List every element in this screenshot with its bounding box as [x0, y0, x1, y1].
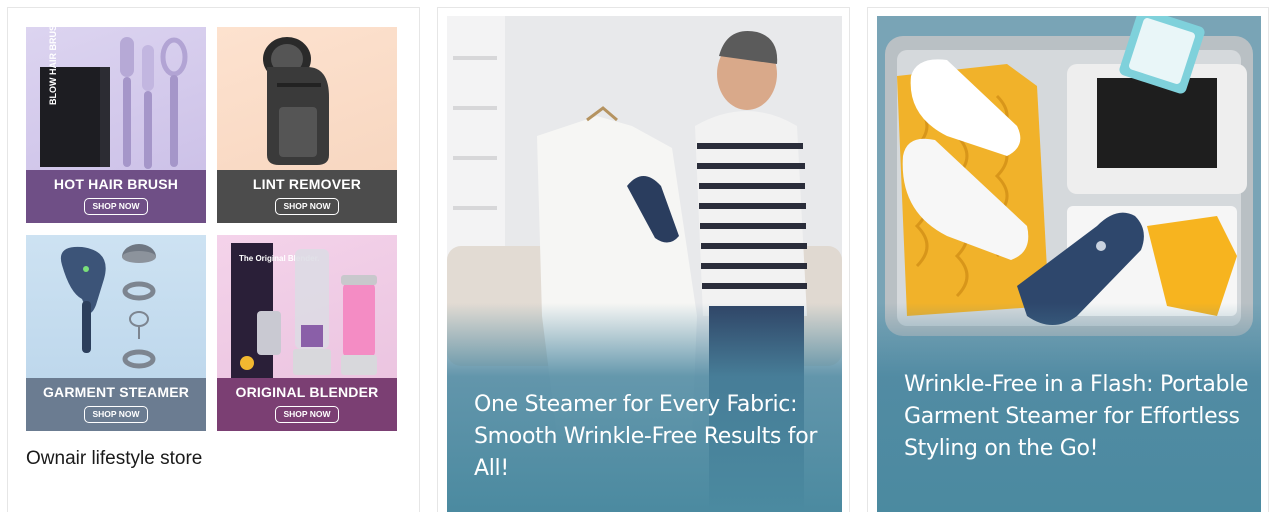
steamer-man-image[interactable]: One Steamer for Every Fabric: Smooth Wri…: [447, 16, 842, 512]
tile-original-blender[interactable]: The Original Blender. ORIGINAL BLENDER S…: [217, 235, 397, 431]
tile-title: ORIGINAL BLENDER: [235, 384, 379, 400]
tile-lint-remover[interactable]: LINT REMOVER SHOP NOW: [217, 27, 397, 223]
tile-title: HOT HAIR BRUSH: [53, 176, 179, 192]
tile-band: ORIGINAL BLENDER SHOP NOW: [217, 378, 397, 431]
tile-hot-hair-brush[interactable]: BLOW HAIR BRUSH HOT HAIR BRUSH SHOP NOW: [26, 27, 206, 223]
store-name[interactable]: Ownair lifestyle store: [26, 444, 226, 473]
promo-card-fabric[interactable]: One Steamer for Every Fabric: Smooth Wri…: [437, 7, 850, 512]
tile-band: GARMENT STEAMER SHOP NOW: [26, 378, 206, 431]
promo-caption: Wrinkle-Free in a Flash: Portable Garmen…: [904, 372, 1249, 461]
lint-remover-image: [263, 37, 329, 165]
tile-title: LINT REMOVER: [252, 176, 362, 192]
blender-image: The Original Blender.: [231, 243, 377, 378]
garment-steamer-image: [60, 244, 156, 369]
tile-band: HOT HAIR BRUSH SHOP NOW: [26, 170, 206, 223]
tile-title: GARMENT STEAMER: [42, 384, 190, 400]
shop-now-button[interactable]: SHOP NOW: [275, 198, 339, 215]
shop-now-button[interactable]: SHOP NOW: [275, 406, 339, 423]
shop-now-button[interactable]: SHOP NOW: [84, 198, 148, 215]
store-card: BLOW HAIR BRUSH HOT HAIR BRUSH SHOP NOW …: [7, 7, 420, 512]
tile-band: LINT REMOVER SHOP NOW: [217, 170, 397, 223]
shop-now-button[interactable]: SHOP NOW: [84, 406, 148, 423]
tile-garment-steamer[interactable]: GARMENT STEAMER SHOP NOW: [26, 235, 206, 431]
promo-card-travel[interactable]: Wrinkle-Free in a Flash: Portable Garmen…: [867, 7, 1269, 512]
hair-brush-image: BLOW HAIR BRUSH: [40, 27, 188, 169]
promo-caption: One Steamer for Every Fabric: Smooth Wri…: [474, 392, 818, 481]
box-label: BLOW HAIR BRUSH: [48, 27, 58, 105]
suitcase-image[interactable]: Wrinkle-Free in a Flash: Portable Garmen…: [877, 16, 1261, 512]
